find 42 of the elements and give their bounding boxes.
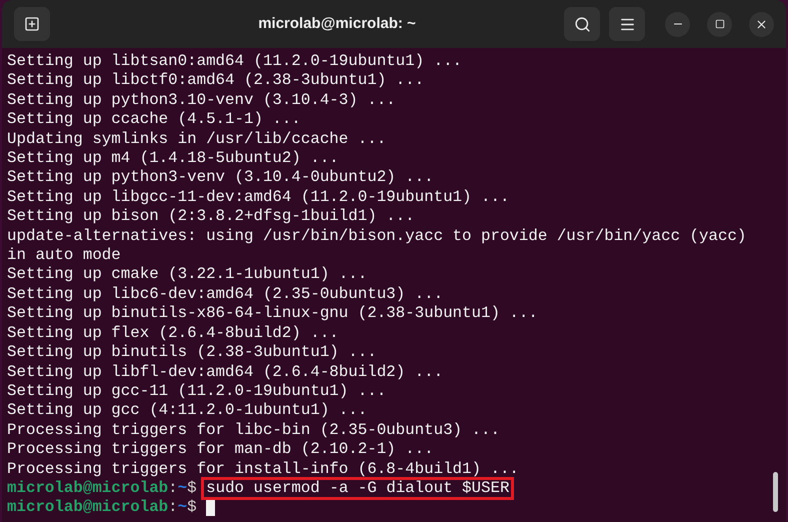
prompt-path: ~ <box>178 498 188 518</box>
output-line: Setting up libtsan0:amd64 (11.2.0-19ubuntu1) ... <box>7 52 462 72</box>
prompt-separator: : <box>168 478 178 498</box>
menu-button[interactable] <box>609 7 645 41</box>
output-line: Setting up python3-venv (3.10.4-0ubuntu2) ... <box>7 168 434 188</box>
new-tab-button[interactable] <box>14 7 50 41</box>
output-line: Setting up libfl-dev:amd64 (2.6.4-8build2) ... <box>7 362 444 382</box>
output-line: Processing triggers for libc-bin (2.35-0ubuntu3) ... <box>7 420 500 440</box>
new-tab-icon <box>24 16 40 32</box>
output-line: update-alternatives: using /usr/bin/bison.yacc to provide /usr/bin/yacc (yacc) <box>7 226 746 246</box>
output-line: Setting up cmake (3.22.1-1ubuntu1) ... <box>7 265 368 285</box>
output-line: Setting up libc6-dev:amd64 (2.35-0ubuntu3) ... <box>7 284 444 304</box>
maximize-button[interactable] <box>707 12 732 36</box>
close-icon <box>755 18 768 30</box>
output-line: Setting up libctf0:amd64 (2.38-3ubuntu1) ... <box>7 71 424 91</box>
close-button[interactable] <box>749 12 774 36</box>
output-line: Setting up libgcc-11-dev:amd64 (11.2.0-19ubuntu1) ... <box>7 188 510 208</box>
output-line: Setting up m4 (1.4.18-5ubuntu2) ... <box>7 149 339 168</box>
window-title: microlab@microlab: ~ <box>258 14 416 34</box>
scrollbar-thumb[interactable] <box>773 472 778 512</box>
prompt-separator: : <box>168 498 178 518</box>
prompt-user: microlab@microlab <box>7 498 168 518</box>
output-line: Setting up flex (2.6.4-8build2) ... <box>7 324 339 344</box>
output-line: Setting up binutils-x86-64-linux-gnu (2.38-3ubuntu1) ... <box>7 304 538 324</box>
output-line: Setting up ccache (4.5.1-1) ... <box>7 110 301 130</box>
search-icon <box>574 16 590 32</box>
output-line: in auto mode <box>7 246 121 266</box>
prompt-sigil: $ <box>187 498 197 518</box>
output-line: Setting up binutils (2.38-3ubuntu1) ... <box>7 343 377 362</box>
output-line: Setting up python3.10-venv (3.10.4-3) ... <box>7 90 396 110</box>
command-text: sudo usermod -a -G dialout $USER <box>201 477 514 500</box>
output-line: Setting up gcc-11 (11.2.0-19ubuntu1) ... <box>7 382 386 402</box>
search-button[interactable] <box>564 7 600 41</box>
output-line: Processing triggers for install-info (6.8-4build1) ... <box>7 460 519 479</box>
output-line: Setting up gcc (4:11.2.0-1ubuntu1) ... <box>7 401 368 421</box>
prompt-user: microlab@microlab <box>7 478 168 498</box>
output-line: Processing triggers for man-db (2.10.2-1) ... <box>7 440 434 460</box>
prompt-sigil: $ <box>187 478 197 498</box>
output-line: Setting up bison (2:3.8.2+dfsg-1build1) ... <box>7 207 415 227</box>
prompt-path: ~ <box>178 478 188 498</box>
maximize-icon <box>714 19 724 29</box>
output-line: Updating symlinks in /usr/lib/ccache ... <box>7 130 386 150</box>
